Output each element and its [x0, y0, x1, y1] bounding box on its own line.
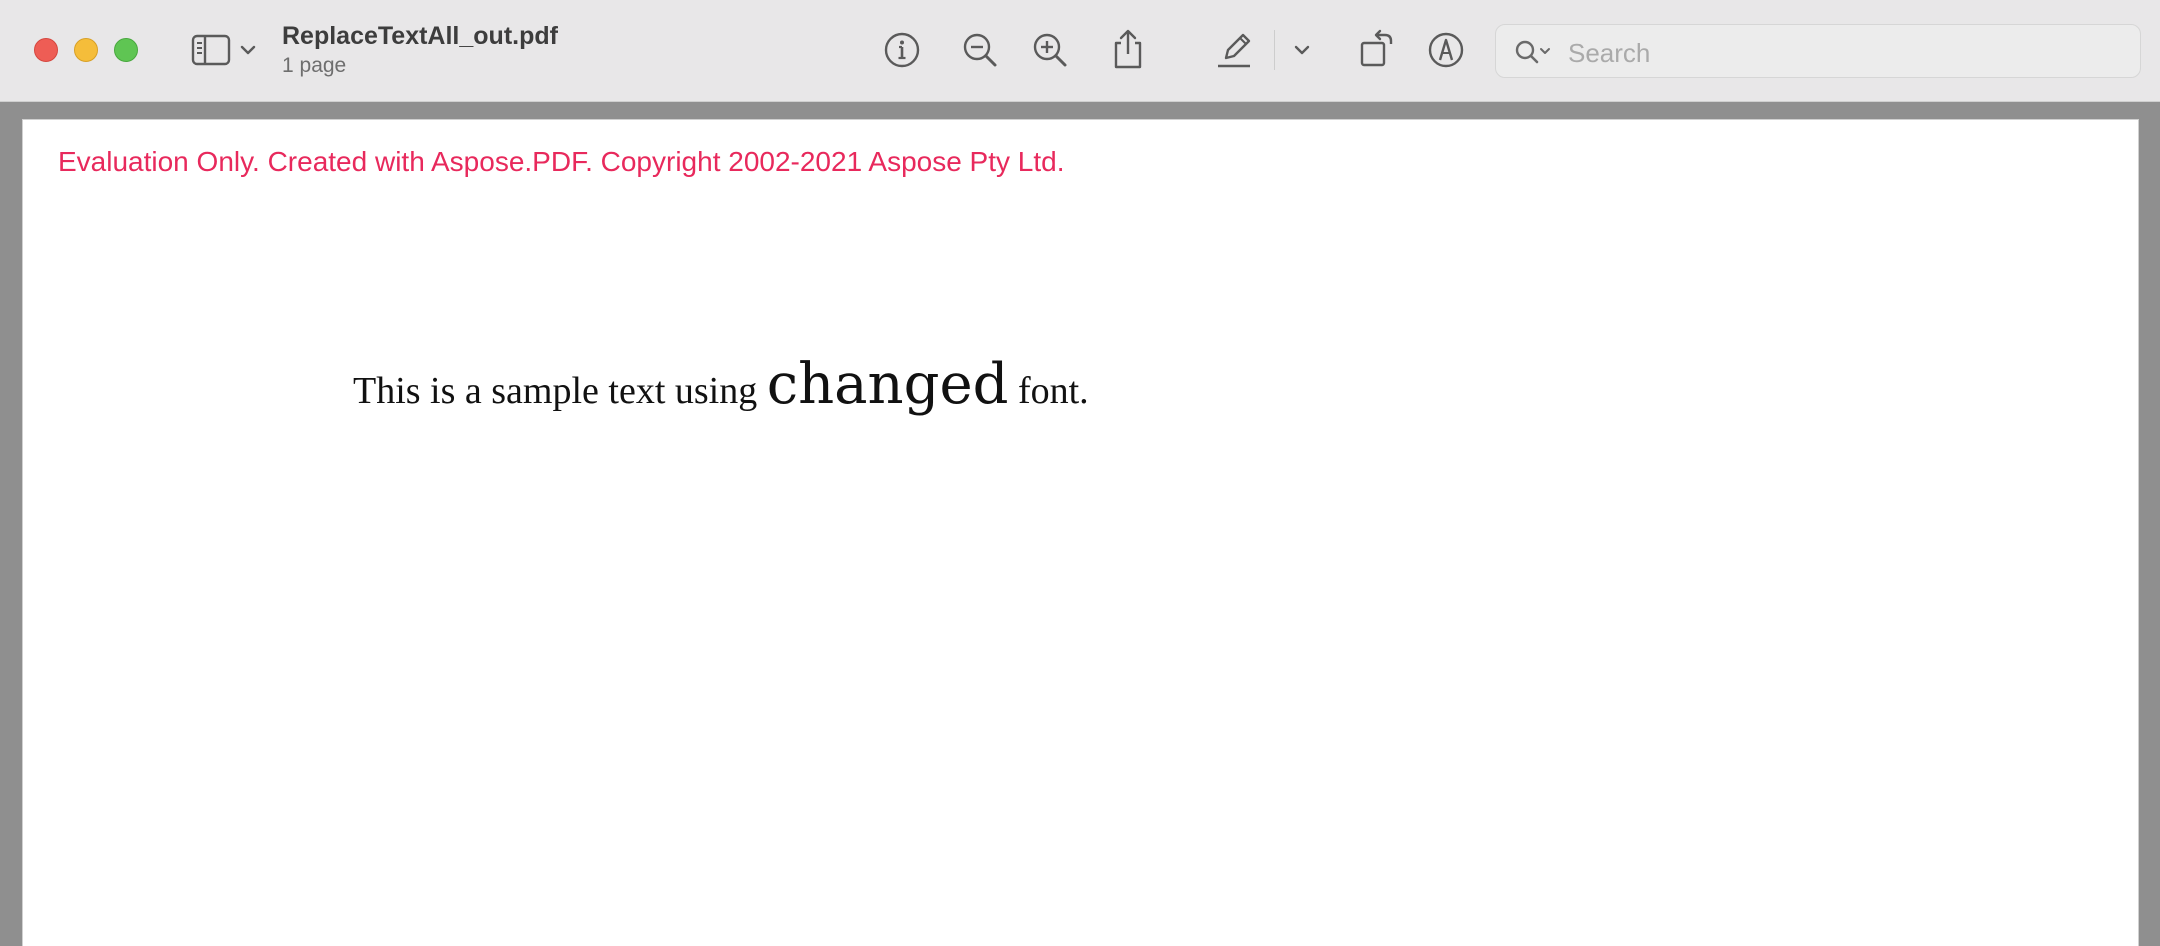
preview-window: ReplaceTextAll_out.pdf 1 page Search Eva… — [0, 0, 2160, 946]
zoom-out-button[interactable] — [958, 28, 1002, 72]
sample-text-line: This is a sample text using changed font… — [353, 352, 1089, 417]
minimize-window-button[interactable] — [74, 38, 98, 62]
highlight-menu-button[interactable] — [1290, 38, 1314, 62]
search-input[interactable] — [1566, 33, 2130, 73]
pdf-page: Evaluation Only. Created with Aspose.PDF… — [22, 119, 2139, 946]
share-button[interactable] — [1106, 26, 1150, 72]
info-button[interactable] — [880, 28, 924, 72]
share-icon — [1114, 29, 1142, 69]
sample-text-after: font. — [1008, 370, 1089, 412]
sample-text-before: This is a sample text using — [353, 370, 767, 412]
maximize-window-button[interactable] — [114, 38, 138, 62]
changed-word: changed — [766, 352, 1009, 417]
sidebar-menu-button[interactable] — [236, 38, 260, 62]
chevron-down-icon — [1294, 45, 1310, 55]
rotate-icon — [1360, 29, 1393, 67]
zoom-in-button[interactable] — [1028, 28, 1072, 72]
close-window-button[interactable] — [34, 38, 58, 62]
markup-button[interactable] — [1424, 28, 1468, 72]
pencil-icon — [1218, 33, 1251, 68]
document-page-count: 1 page — [282, 54, 347, 77]
zoom-in-icon — [1033, 33, 1067, 67]
sidebar-toggle-button[interactable] — [188, 30, 234, 70]
toolbar-divider — [1274, 30, 1275, 70]
highlight-button[interactable] — [1210, 26, 1258, 72]
chevron-down-icon — [240, 45, 256, 55]
info-icon — [884, 32, 920, 68]
rotate-button[interactable] — [1354, 26, 1400, 72]
search-icon — [1514, 39, 1554, 70]
search-field[interactable] — [1495, 24, 2141, 78]
evaluation-watermark: Evaluation Only. Created with Aspose.PDF… — [58, 146, 1065, 177]
zoom-out-icon — [963, 33, 997, 67]
document-title: ReplaceTextAll_out.pdf — [282, 22, 558, 50]
toolbar: ReplaceTextAll_out.pdf 1 page — [0, 0, 2160, 102]
sidebar-icon — [191, 34, 231, 66]
markup-icon — [1428, 32, 1464, 68]
